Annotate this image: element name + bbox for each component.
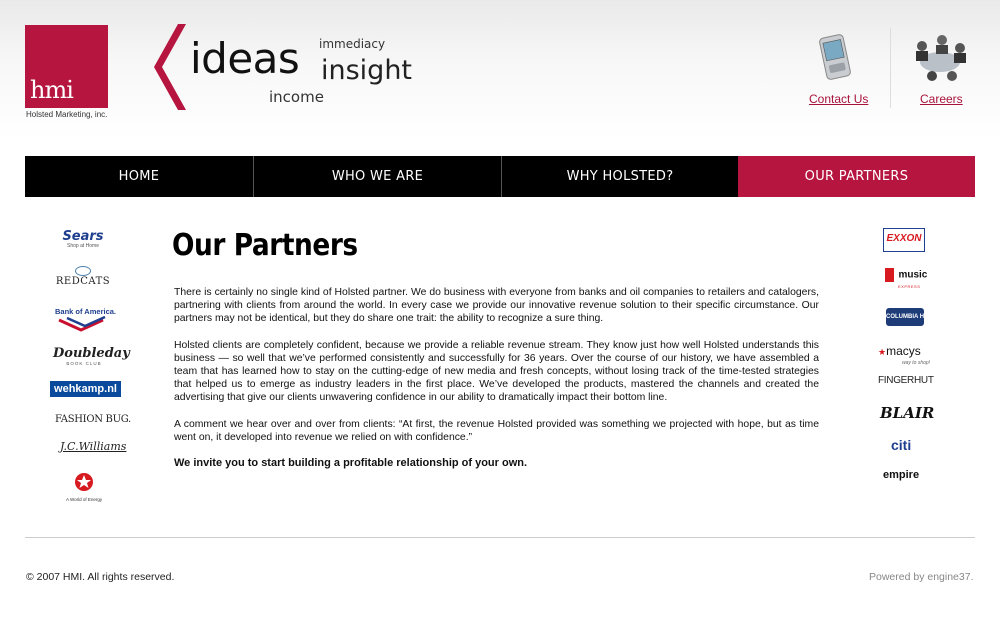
exxon-logo-text: EXXON [886, 233, 922, 244]
sears-logo-text: Sears [62, 229, 104, 244]
client-quote-paragraph: A comment we hear over and over from cli… [174, 418, 819, 443]
fingerhut-logo: FINGERHUT [878, 375, 934, 386]
confidence-paragraph: Holsted clients are completely confident… [174, 339, 819, 404]
tagline-ideas: ideas [190, 34, 300, 83]
powered-by-link[interactable]: Powered by engine37. [869, 571, 974, 583]
music-club-logo-subtext: EXPRESS [898, 284, 921, 289]
macys-logo-subtext: way to shop! [902, 360, 931, 366]
tagline-insight: insight [321, 55, 413, 86]
logo-text: hmi [30, 76, 74, 104]
bank-of-america-flag-icon [58, 315, 106, 332]
macys-logo-text: macys [886, 344, 921, 358]
doubleday-logo: Doubleday BOOK CLUB [53, 346, 130, 367]
bank-of-america-logo: Bank of America. [55, 307, 116, 337]
music-club-logo-text: music [898, 269, 928, 281]
nav-home[interactable]: HOME [25, 156, 253, 197]
pda-phone-icon[interactable] [813, 32, 857, 82]
sears-logo: Sears Shop at Home [60, 230, 106, 249]
meeting-people-icon[interactable] [908, 32, 972, 84]
doubleday-logo-text: Doubleday [53, 346, 130, 361]
fashion-bug-logo: FASHION BUG. [55, 414, 131, 425]
careers-link[interactable]: Careers [920, 92, 963, 106]
nav-who-we-are[interactable]: WHO WE ARE [253, 156, 501, 197]
wehkamp-logo: wehkamp.nl [50, 381, 121, 397]
page-title: Our Partners [172, 228, 358, 263]
redcats-logo-text: REDCATS [55, 276, 111, 287]
music-club-logo: music EXPRESS [885, 266, 928, 289]
columbia-house-logo: COLUMBIA HOUSE [886, 308, 941, 326]
texaco-logo-subtext: A World of Energy [66, 497, 103, 502]
texaco-star-icon [75, 473, 93, 491]
jc-williams-logo: J.C.Williams [60, 440, 127, 453]
citi-logo: citi [891, 437, 912, 453]
intro-paragraph: There is certainly no single kind of Hol… [174, 287, 819, 325]
copyright-text: © 2007 HMI. All rights reserved. [26, 571, 175, 583]
doubleday-logo-subtext: BOOK CLUB [66, 361, 102, 366]
blair-logo: BLAIR [880, 404, 935, 422]
header-divider [890, 28, 891, 108]
logo-caption: Holsted Marketing, inc. [26, 110, 108, 119]
macys-logo: ★macys way to shop! [878, 342, 938, 366]
tagline-income: income [269, 88, 324, 106]
empire-logo: empire [883, 469, 920, 481]
tagline-immediacy: immediacy [319, 37, 386, 51]
nav-why-holsted[interactable]: WHY HOLSTED? [501, 156, 738, 197]
nav-our-partners[interactable]: OUR PARTNERS [738, 156, 975, 197]
exxon-logo: EXXON [883, 228, 925, 252]
redcats-logo: REDCATS [54, 266, 112, 288]
texaco-logo: A World of Energy [66, 472, 102, 502]
bank-of-america-logo-text: Bank of America. [55, 307, 116, 316]
partners-content: There is certainly no single kind of Hol… [174, 286, 819, 483]
contact-us-link[interactable]: Contact Us [809, 92, 868, 106]
footer-divider [25, 537, 975, 538]
main-nav: HOME WHO WE ARE WHY HOLSTED? OUR PARTNER… [25, 156, 975, 197]
bracket-graphic [154, 24, 186, 110]
invitation-paragraph: We invite you to start building a profit… [174, 457, 528, 470]
